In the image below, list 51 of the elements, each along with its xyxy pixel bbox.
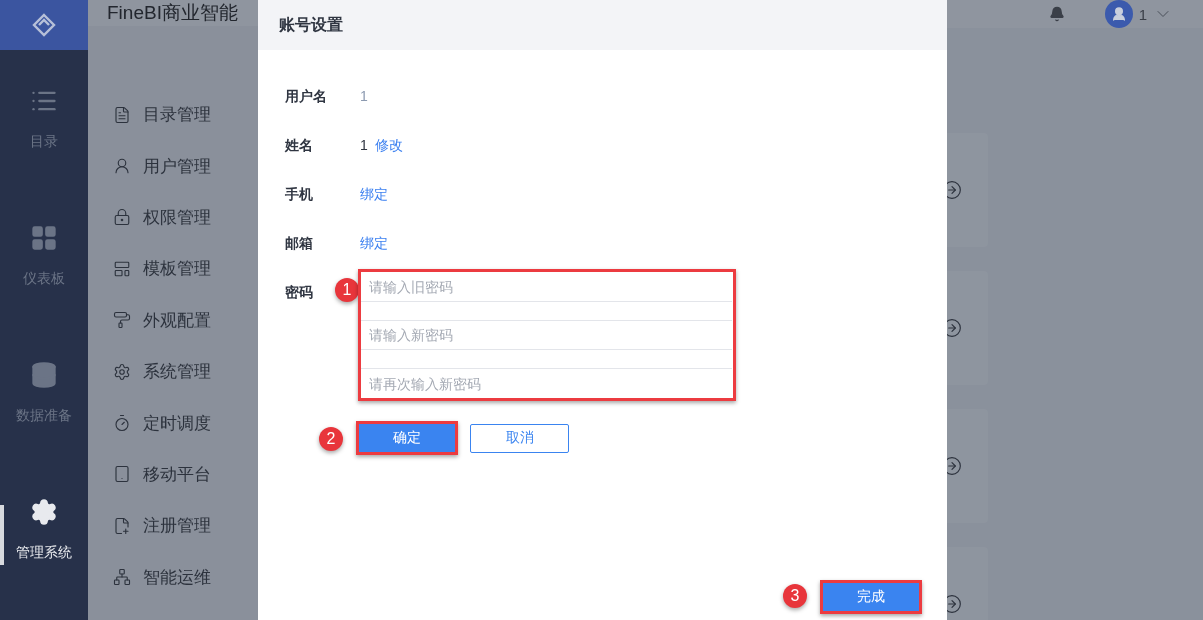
app-title: FineBI商业智能	[107, 1, 238, 25]
bell-icon[interactable]	[1048, 6, 1065, 22]
selection-bar	[0, 505, 4, 565]
field-label: 手机	[285, 185, 314, 204]
field-value: 1	[360, 136, 368, 153]
document-plus-icon	[113, 516, 131, 535]
cancel-button[interactable]: 取消	[470, 423, 569, 453]
callout-badge: 2	[319, 427, 343, 451]
layout-icon	[113, 259, 131, 278]
lock-icon	[113, 208, 131, 227]
user-icon	[113, 157, 131, 176]
menu-item[interactable]: 智能运维	[143, 565, 211, 589]
field-label: 邮箱	[285, 234, 314, 253]
dialog-title: 账号设置	[279, 14, 343, 35]
rail-item[interactable]: 数据准备	[16, 406, 72, 425]
database-icon[interactable]	[30, 360, 58, 389]
field-label: 用户名	[285, 87, 328, 106]
field-value: 1	[360, 87, 368, 104]
timer-icon	[113, 414, 131, 433]
tablet-icon	[113, 465, 131, 484]
logo-icon	[31, 12, 57, 38]
password-field[interactable]: 请输入旧密码	[361, 272, 732, 302]
password-field[interactable]: 请再次输入新密码	[361, 368, 732, 398]
confirm-button[interactable]: 确定	[359, 424, 455, 452]
link[interactable]: 绑定	[360, 176, 388, 204]
password-field[interactable]: 请输入新密码	[361, 320, 732, 350]
menu-item[interactable]: 定时调度	[143, 411, 211, 435]
menu-item[interactable]: 权限管理	[143, 205, 211, 229]
field-label: 密码	[285, 283, 314, 302]
link[interactable]: 修改	[374, 127, 403, 155]
rail-item[interactable]: 管理系统	[16, 543, 72, 562]
menu-item[interactable]: 模板管理	[143, 257, 211, 281]
rail-item[interactable]: 仪表板	[23, 269, 65, 288]
link[interactable]: 绑定	[360, 225, 388, 253]
field-label: 姓名	[285, 136, 314, 155]
grid-icon[interactable]	[30, 223, 58, 252]
callout-badge: 3	[783, 584, 807, 608]
done-button[interactable]: 完成	[823, 583, 919, 611]
paint-roller-icon	[113, 311, 131, 330]
avatar[interactable]	[1104, 0, 1133, 28]
document-icon	[113, 105, 131, 124]
menu-item[interactable]: 目录管理	[143, 103, 211, 127]
menu-item[interactable]: 用户管理	[143, 154, 211, 178]
menu-item[interactable]: 注册管理	[143, 514, 211, 538]
callout-badge: 1	[335, 278, 359, 302]
menu-item[interactable]: 系统管理	[143, 360, 211, 384]
user-name[interactable]: 1	[1138, 5, 1147, 23]
menu-item[interactable]: 外观配置	[143, 308, 211, 332]
rail-item[interactable]: 目录	[30, 132, 58, 151]
menu-item[interactable]: 移动平台	[143, 462, 211, 486]
network-icon	[113, 568, 131, 587]
